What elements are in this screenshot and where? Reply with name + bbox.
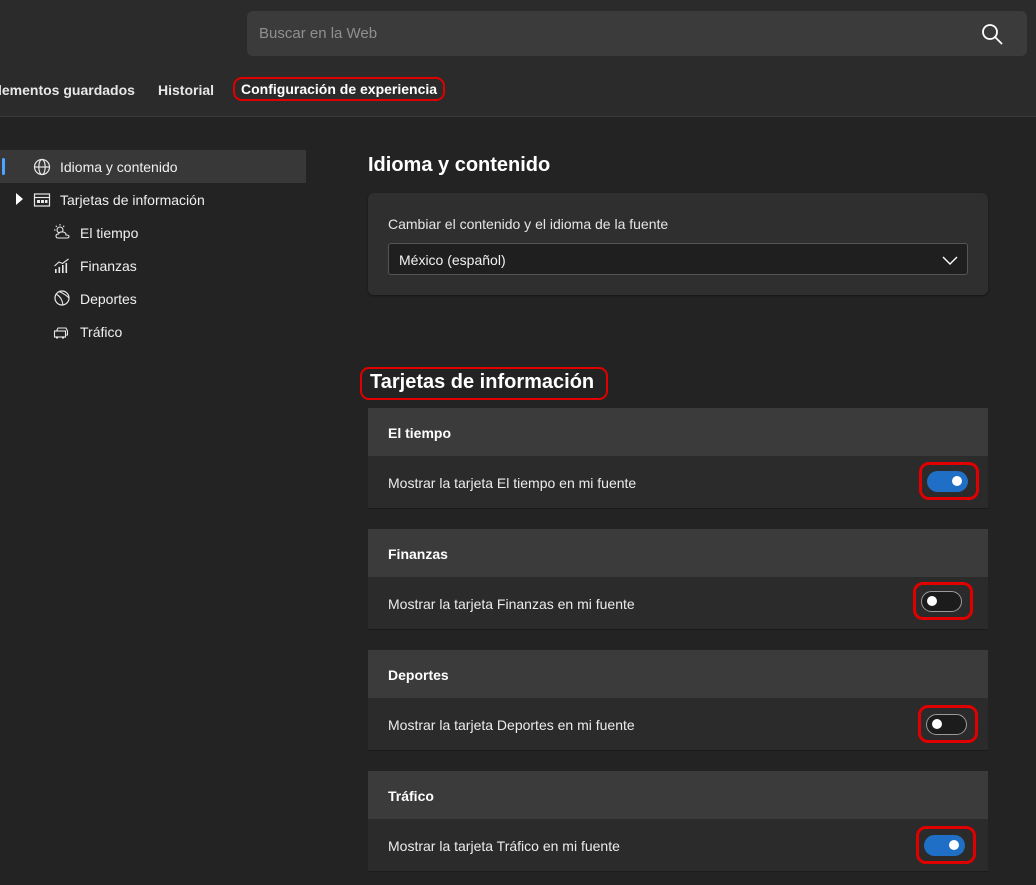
cards-section-title: Tarjetas de información xyxy=(360,367,609,400)
weather-icon xyxy=(54,224,70,239)
sidebar-item-finance[interactable]: Finanzas xyxy=(0,249,306,282)
sidebar-item-label: Deportes xyxy=(80,291,137,307)
card-header: Deportes xyxy=(368,650,988,698)
card-title: Deportes xyxy=(388,667,449,683)
card-header: Tráfico xyxy=(368,771,988,819)
sidebar-item-label: Idioma y contenido xyxy=(60,159,178,175)
card-toggle-label: Mostrar la tarjeta Finanzas en mi fuente xyxy=(388,596,635,612)
card-title: Tráfico xyxy=(388,788,434,804)
sidebar-item-label: Tarjetas de información xyxy=(60,192,205,208)
card-toggle-label: Mostrar la tarjeta Tráfico en mi fuente xyxy=(388,838,620,854)
top-bar: lementos guardados Historial Configuraci… xyxy=(0,0,1036,117)
card-toggle-label: Mostrar la tarjeta Deportes en mi fuente xyxy=(388,717,635,733)
traffic-icon xyxy=(53,327,69,339)
sidebar-item-traffic[interactable]: Tráfico xyxy=(0,315,306,348)
toggle-knob xyxy=(952,476,962,486)
tab-saved-items[interactable]: lementos guardados xyxy=(0,82,135,98)
expand-caret-icon[interactable] xyxy=(16,193,23,205)
finance-toggle[interactable] xyxy=(913,582,973,620)
sports-toggle[interactable] xyxy=(918,705,978,743)
card-body: Mostrar la tarjeta Tráfico en mi fuente xyxy=(368,819,988,872)
cards-icon xyxy=(33,193,51,207)
sidebar-item-sports[interactable]: Deportes xyxy=(0,282,306,315)
language-card: Cambiar el contenido y el idioma de la f… xyxy=(368,193,988,295)
card-sports: Deportes Mostrar la tarjeta Deportes en … xyxy=(368,650,988,751)
language-label: Cambiar el contenido y el idioma de la f… xyxy=(388,216,669,232)
traffic-toggle[interactable] xyxy=(916,826,976,864)
sidebar-item-label: El tiempo xyxy=(80,225,139,241)
sports-icon xyxy=(54,290,70,306)
sidebar: Idioma y contenido Tarjetas de informaci… xyxy=(0,150,306,348)
toggle-knob xyxy=(927,596,937,606)
tab-experience-settings[interactable]: Configuración de experiencia xyxy=(233,77,446,101)
finance-icon xyxy=(54,258,69,273)
sidebar-item-label: Finanzas xyxy=(80,258,137,274)
search-input[interactable] xyxy=(259,11,959,56)
language-select[interactable]: México (español) xyxy=(388,243,968,275)
weather-toggle[interactable] xyxy=(919,462,979,500)
toggle-switch-on[interactable] xyxy=(927,471,968,492)
toggle-switch-off[interactable] xyxy=(921,591,962,612)
sidebar-item-cards[interactable]: Tarjetas de información xyxy=(0,183,306,216)
card-finance: Finanzas Mostrar la tarjeta Finanzas en … xyxy=(368,529,988,630)
card-header: El tiempo xyxy=(368,408,988,456)
card-header: Finanzas xyxy=(368,529,988,577)
tab-history[interactable]: Historial xyxy=(158,82,214,98)
card-title: Finanzas xyxy=(388,546,448,562)
toggle-switch-off[interactable] xyxy=(926,714,967,735)
search-box[interactable] xyxy=(247,11,1027,56)
card-weather: El tiempo Mostrar la tarjeta El tiempo e… xyxy=(368,408,988,509)
globe-icon xyxy=(33,158,51,176)
toggle-knob xyxy=(949,840,959,850)
card-body: Mostrar la tarjeta Finanzas en mi fuente xyxy=(368,577,988,630)
card-toggle-label: Mostrar la tarjeta El tiempo en mi fuent… xyxy=(388,475,637,491)
sidebar-item-weather[interactable]: El tiempo xyxy=(0,216,306,249)
card-traffic: Tráfico Mostrar la tarjeta Tráfico en mi… xyxy=(368,771,988,872)
card-body: Mostrar la tarjeta Deportes en mi fuente xyxy=(368,698,988,751)
search-icon[interactable] xyxy=(981,23,1003,45)
toggle-knob xyxy=(932,719,942,729)
chevron-down-icon xyxy=(942,256,958,265)
card-title: El tiempo xyxy=(388,425,452,441)
sidebar-item-language[interactable]: Idioma y contenido xyxy=(0,150,306,183)
card-body: Mostrar la tarjeta El tiempo en mi fuent… xyxy=(368,456,988,509)
sidebar-item-label: Tráfico xyxy=(80,324,123,340)
language-section-title: Idioma y contenido xyxy=(368,154,551,176)
app-window: lementos guardados Historial Configuraci… xyxy=(0,0,1036,885)
toggle-switch-on[interactable] xyxy=(924,835,965,856)
language-select-value: México (español) xyxy=(399,252,506,268)
